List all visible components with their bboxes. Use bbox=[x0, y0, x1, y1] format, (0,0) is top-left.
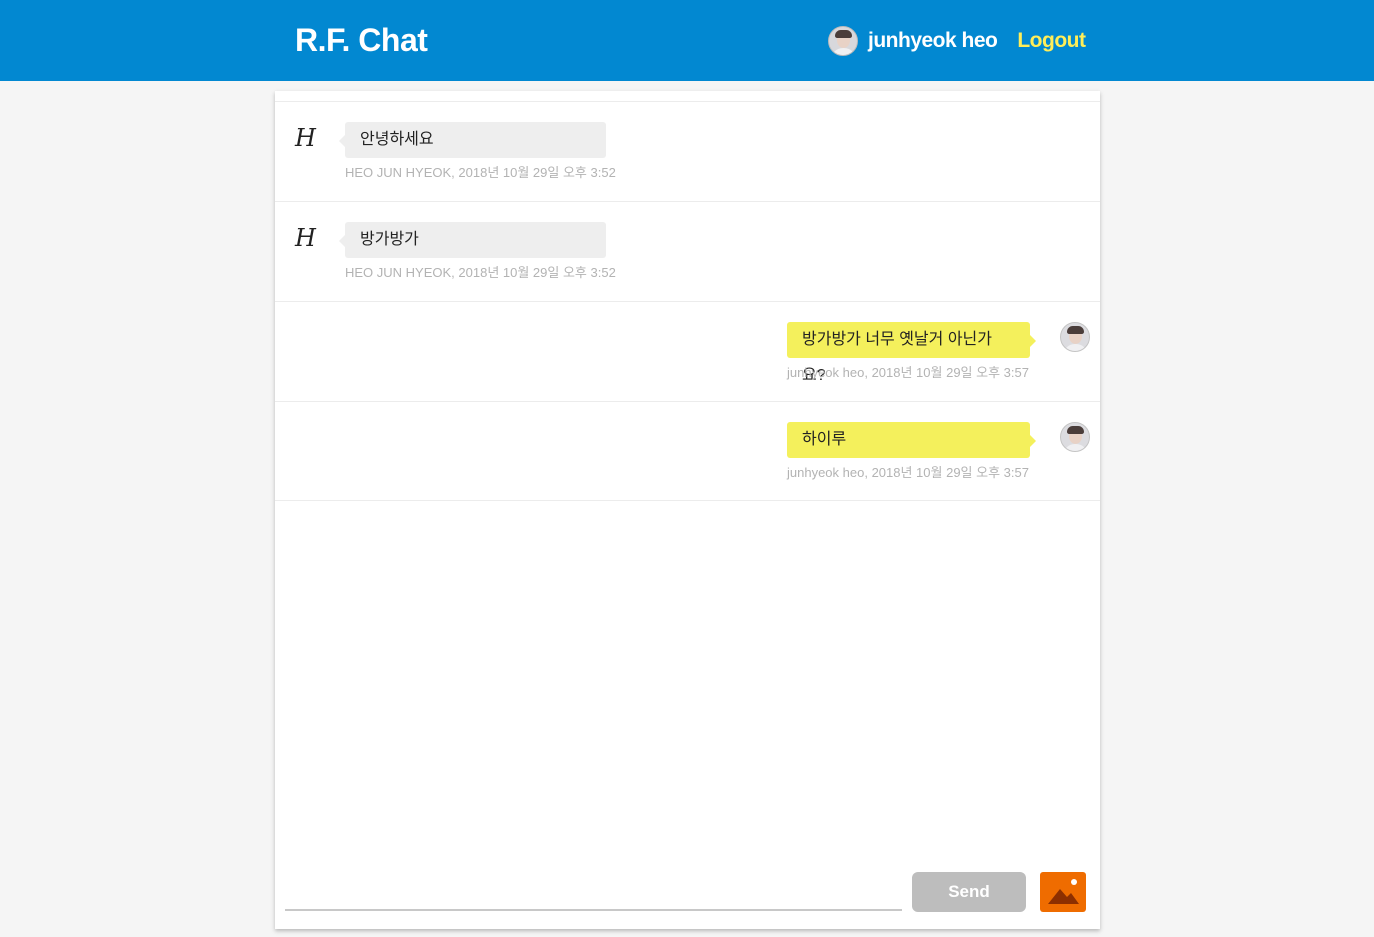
app-title[interactable]: R.F. Chat bbox=[295, 22, 428, 59]
image-icon bbox=[1048, 879, 1079, 904]
message-bubble: 방가방가 너무 옛날거 아닌가요? bbox=[787, 322, 1036, 384]
message-bubble: 안녕하세요 bbox=[339, 122, 606, 158]
message-input[interactable] bbox=[285, 875, 902, 911]
sender-avatar: H bbox=[295, 224, 316, 252]
user-name: junhyeok heo bbox=[868, 29, 998, 52]
message-row: H 안녕하세요 HEO JUN HYEOK, 2018년 10월 29일 오후 … bbox=[275, 101, 1100, 201]
message-meta: HEO JUN HYEOK, 2018년 10월 29일 오후 3:52 bbox=[345, 165, 616, 180]
sender-avatar bbox=[1060, 422, 1090, 452]
user-avatar[interactable] bbox=[828, 26, 858, 56]
message-meta: junhyeok heo, 2018년 10월 29일 오후 3:57 bbox=[787, 465, 1029, 480]
message-row: 하이루 junhyeok heo, 2018년 10월 29일 오후 3:57 bbox=[275, 401, 1100, 501]
message-meta: HEO JUN HYEOK, 2018년 10월 29일 오후 3:52 bbox=[345, 265, 616, 280]
sender-avatar bbox=[1060, 322, 1090, 352]
logout-link[interactable]: Logout bbox=[1017, 29, 1086, 53]
message-bubble: 하이루 bbox=[787, 422, 1036, 458]
chat-panel: H 안녕하세요 HEO JUN HYEOK, 2018년 10월 29일 오후 … bbox=[275, 91, 1100, 929]
top-bar: R.F. Chat junhyeok heo Logout bbox=[0, 0, 1374, 81]
user-area: junhyeok heo Logout bbox=[828, 25, 1086, 57]
sender-avatar: H bbox=[295, 124, 316, 152]
message-meta: junhyeok heo, 2018년 10월 29일 오후 3:57 bbox=[787, 365, 1029, 380]
image-upload-button[interactable] bbox=[1040, 872, 1086, 912]
message-row: H 방가방가 HEO JUN HYEOK, 2018년 10월 29일 오후 3… bbox=[275, 201, 1100, 301]
send-button[interactable]: Send bbox=[912, 872, 1026, 912]
message-bubble: 방가방가 bbox=[339, 222, 606, 258]
message-row: 방가방가 너무 옛날거 아닌가요? junhyeok heo, 2018년 10… bbox=[275, 301, 1100, 401]
